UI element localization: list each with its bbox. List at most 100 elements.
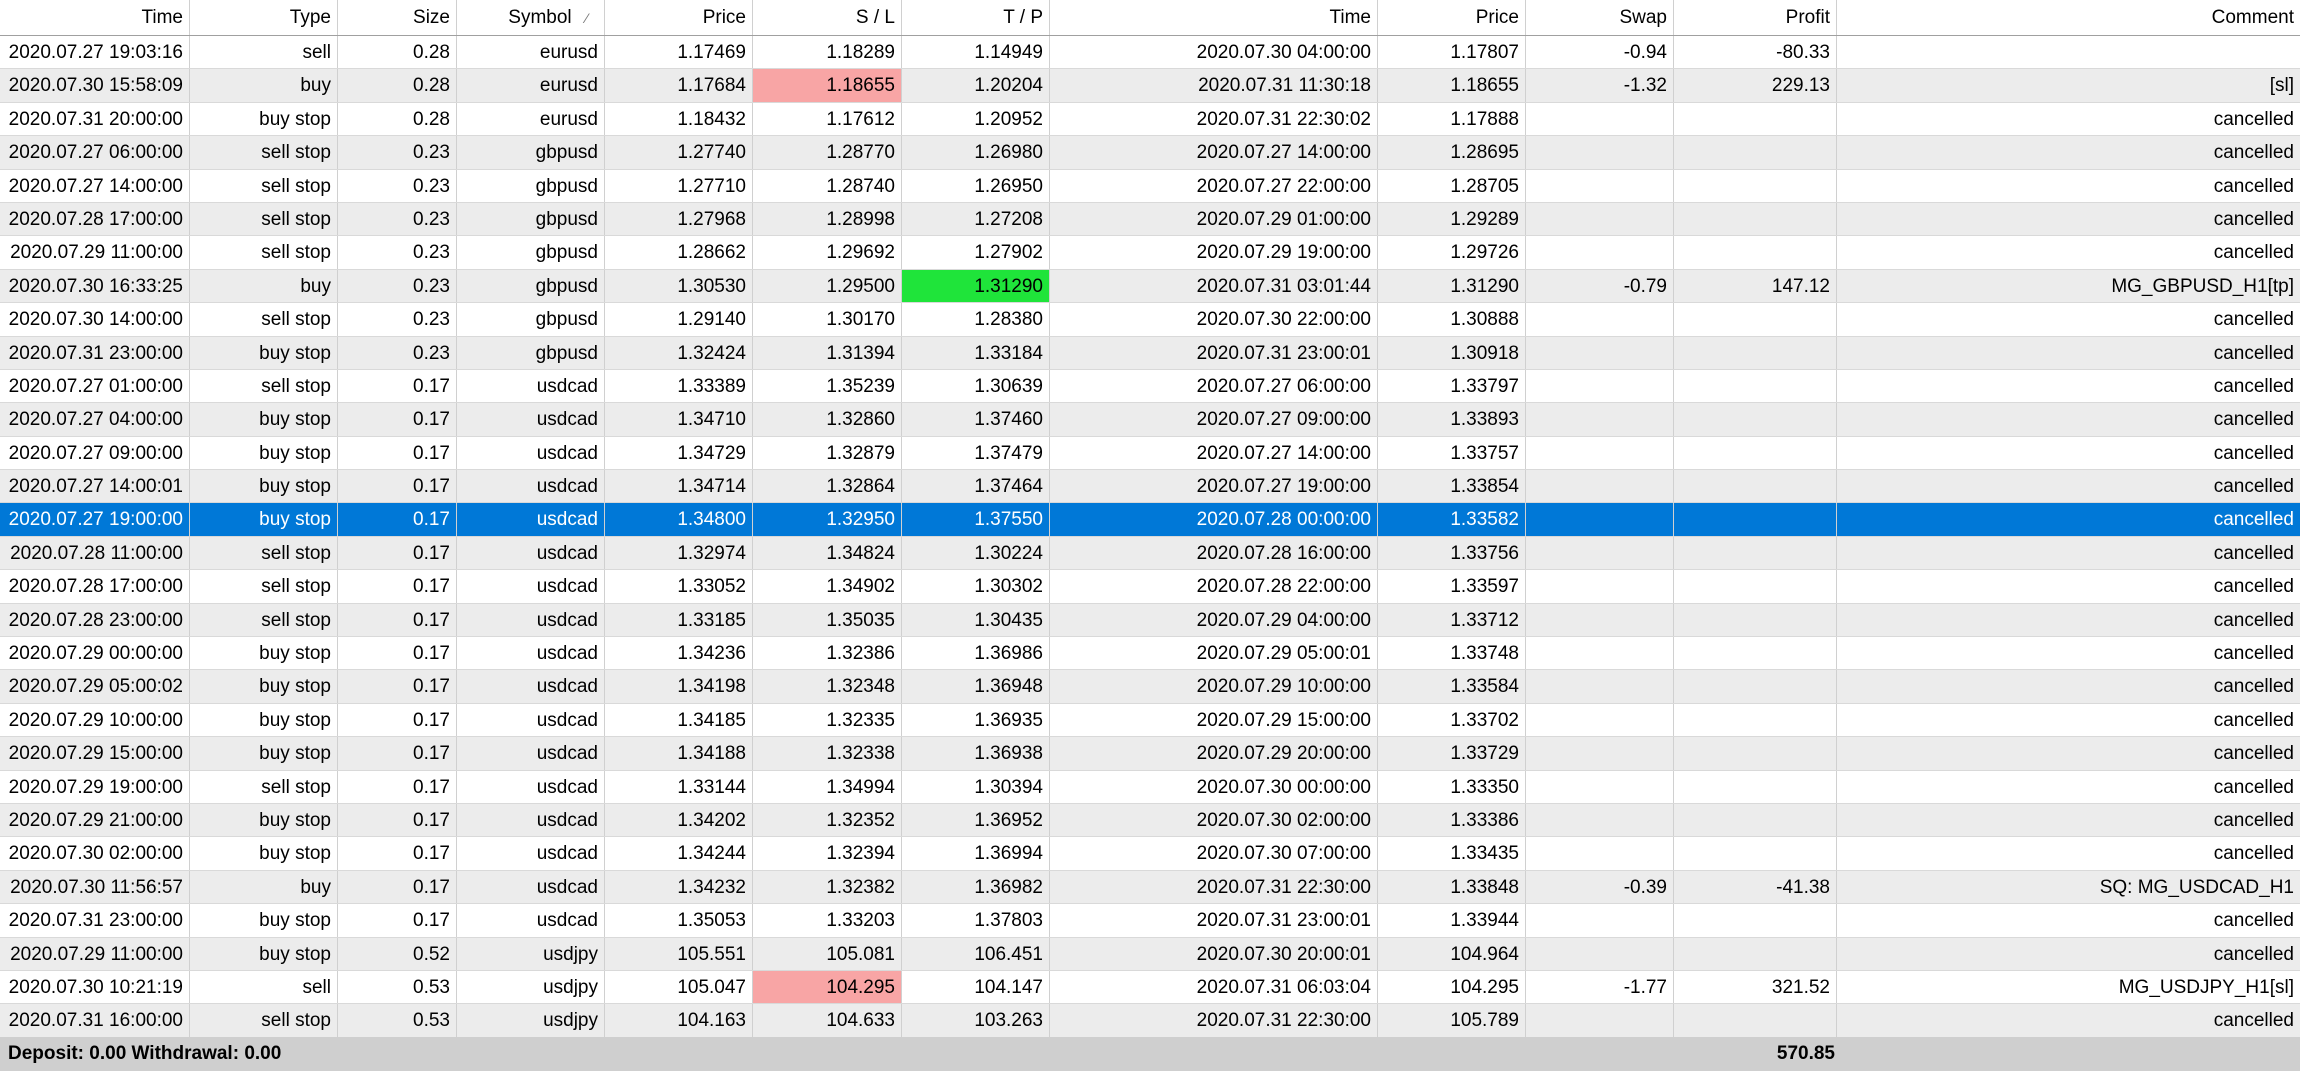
column-header-label: Comment (2211, 7, 2294, 28)
column-header-comment[interactable]: Comment (1837, 0, 2300, 35)
cell-size: 0.28 (338, 36, 457, 69)
cell-type: buy stop (190, 803, 338, 837)
cell-tp: 1.37479 (902, 436, 1050, 470)
table-row[interactable]: 2020.07.29 10:00:00 buy stop 0.17 usdcad 1.3… (0, 703, 2300, 738)
column-header-close-price[interactable]: Price (1378, 0, 1526, 35)
column-header-tp[interactable]: T / P (902, 0, 1050, 35)
table-row[interactable]: 2020.07.30 10:21:19 sell 0.53 usdjpy 105.047… (0, 970, 2300, 1005)
cell-symbol: usdcad (457, 603, 605, 637)
table-row[interactable]: 2020.07.29 11:00:00 sell stop 0.23 gbpusd 1.… (0, 236, 2300, 270)
cell-type: sell stop (190, 169, 338, 202)
column-header-symbol[interactable]: Symbol ⁄ (457, 0, 605, 35)
cell-size: 0.17 (338, 670, 457, 703)
table-row[interactable]: 2020.07.31 23:00:00 buy stop 0.17 usdcad 1.3… (0, 904, 2300, 938)
cell-profit (1674, 603, 1837, 637)
cell-swap (1526, 570, 1674, 603)
cell-type: buy stop (190, 336, 338, 369)
cell-swap (1526, 303, 1674, 336)
table-row[interactable]: 2020.07.30 11:56:57 buy 0.17 usdcad 1.34232 1… (0, 870, 2300, 905)
column-header-time[interactable]: Time (0, 0, 190, 35)
cell-close-price: 1.17807 (1378, 36, 1526, 69)
table-row[interactable]: 2020.07.27 06:00:00 sell stop 0.23 gbpusd 1.… (0, 136, 2300, 170)
cell-close-time: 2020.07.29 20:00:00 (1050, 737, 1378, 770)
cell-close-time: 2020.07.30 02:00:00 (1050, 803, 1378, 837)
cell-sl: 1.35239 (753, 369, 902, 403)
cell-price: 1.27740 (605, 136, 753, 169)
cell-symbol: usdcad (457, 637, 605, 670)
cell-profit (1674, 803, 1837, 837)
column-header-swap[interactable]: Swap (1526, 0, 1674, 35)
cell-tp: 1.27208 (902, 202, 1050, 236)
table-row[interactable]: 2020.07.30 14:00:00 sell stop 0.23 gbpusd 1.… (0, 303, 2300, 337)
table-row[interactable]: 2020.07.27 14:00:01 buy stop 0.17 usdcad 1.3… (0, 470, 2300, 504)
cell-close-time: 2020.07.29 19:00:00 (1050, 236, 1378, 269)
column-header-profit[interactable]: Profit (1674, 0, 1837, 35)
column-header-size[interactable]: Size (338, 0, 457, 35)
cell-price: 1.34232 (605, 870, 753, 904)
cell-profit (1674, 637, 1837, 670)
cell-close-price: 104.295 (1378, 970, 1526, 1004)
table-row[interactable]: 2020.07.29 05:00:02 buy stop 0.17 usdcad 1.3… (0, 670, 2300, 704)
table-row[interactable]: 2020.07.28 17:00:00 sell stop 0.17 usdcad 1.… (0, 570, 2300, 604)
cell-price: 1.33144 (605, 770, 753, 803)
cell-tp: 1.28380 (902, 303, 1050, 336)
cell-comment: cancelled (2213, 776, 2294, 798)
table-row[interactable]: 2020.07.31 23:00:00 buy stop 0.23 gbpusd 1.3… (0, 336, 2300, 370)
cell-close-time: 2020.07.31 22:30:02 (1050, 102, 1378, 136)
cell-symbol: usdcad (457, 870, 605, 904)
cell-profit (1674, 503, 1837, 536)
table-row[interactable]: 2020.07.28 11:00:00 sell stop 0.17 usdcad 1.… (0, 536, 2300, 571)
cell-close-price: 1.33386 (1378, 803, 1526, 837)
cell-swap: -1.32 (1526, 69, 1674, 102)
cell-tp: 1.26950 (902, 169, 1050, 202)
table-row[interactable]: 2020.07.29 19:00:00 sell stop 0.17 usdcad 1.… (0, 770, 2300, 804)
cell-sl: 1.28740 (753, 169, 902, 202)
cell-close-time: 2020.07.27 09:00:00 (1050, 403, 1378, 436)
cell-price: 1.33185 (605, 603, 753, 637)
table-row[interactable]: 2020.07.28 23:00:00 sell stop 0.17 usdcad 1.… (0, 603, 2300, 638)
cell-profit (1674, 436, 1837, 470)
column-header-type[interactable]: Type (190, 0, 338, 35)
cell-sl: 1.30170 (753, 303, 902, 336)
table-row[interactable]: 2020.07.29 11:00:00 buy stop 0.52 usdjpy 105… (0, 937, 2300, 971)
table-row[interactable]: 2020.07.30 02:00:00 buy stop 0.17 usdcad 1.3… (0, 837, 2300, 871)
trade-history-table: Time Type Size Symbol ⁄ Price S / L T / P Time Pr… (0, 0, 2300, 1038)
cell-symbol: usdcad (457, 570, 605, 603)
cell-price: 1.34710 (605, 403, 753, 436)
cell-tp: 1.37464 (902, 470, 1050, 503)
cell-close-price: 1.33582 (1378, 503, 1526, 536)
cell-close-time: 2020.07.30 00:00:00 (1050, 770, 1378, 803)
table-row[interactable]: 2020.07.27 01:00:00 sell stop 0.17 usdcad 1.… (0, 369, 2300, 404)
column-header-price[interactable]: Price (605, 0, 753, 35)
table-row[interactable]: 2020.07.27 04:00:00 buy stop 0.17 usdcad 1.3… (0, 403, 2300, 437)
cell-time: 2020.07.29 19:00:00 (0, 770, 190, 803)
column-header-sl[interactable]: S / L (753, 0, 902, 35)
cell-close-price: 1.33748 (1378, 637, 1526, 670)
cell-price: 104.163 (605, 1004, 753, 1037)
table-row[interactable]: 2020.07.30 16:33:25 buy 0.23 gbpusd 1.30530 1… (0, 269, 2300, 304)
cell-symbol: usdjpy (457, 1004, 605, 1037)
cell-close-price: 1.33712 (1378, 603, 1526, 637)
table-row[interactable]: 2020.07.27 19:00:00 buy stop 0.17 usdcad 1.3… (0, 503, 2300, 537)
table-row[interactable]: 2020.07.30 15:58:09 buy 0.28 eurusd 1.17684 1… (0, 69, 2300, 103)
total-profit: 570.85 (1776, 1043, 1835, 1064)
cell-comment: [sl] (2269, 75, 2294, 97)
cell-close-price: 1.33944 (1378, 904, 1526, 937)
cell-symbol: gbpusd (457, 303, 605, 336)
cell-close-time: 2020.07.31 23:00:01 (1050, 336, 1378, 369)
table-row[interactable]: 2020.07.27 19:03:16 sell 0.28 eurusd 1.17469… (0, 36, 2300, 70)
cell-close-price: 1.33702 (1378, 703, 1526, 737)
table-row[interactable]: 2020.07.28 17:00:00 sell stop 0.23 gbpusd 1.… (0, 202, 2300, 237)
cell-time: 2020.07.30 16:33:25 (0, 269, 190, 303)
table-row[interactable]: 2020.07.29 15:00:00 buy stop 0.17 usdcad 1.3… (0, 737, 2300, 771)
cell-sl: 1.32335 (753, 703, 902, 737)
table-row[interactable]: 2020.07.27 14:00:00 sell stop 0.23 gbpusd 1.… (0, 169, 2300, 203)
table-row[interactable]: 2020.07.29 21:00:00 buy stop 0.17 usdcad 1.3… (0, 803, 2300, 838)
table-row[interactable]: 2020.07.31 16:00:00 sell stop 0.53 usdjpy 10… (0, 1004, 2300, 1038)
cell-profit (1674, 536, 1837, 570)
column-header-close-time[interactable]: Time (1050, 0, 1378, 35)
table-row[interactable]: 2020.07.27 09:00:00 buy stop 0.17 usdcad 1.3… (0, 436, 2300, 471)
table-row[interactable]: 2020.07.31 20:00:00 buy stop 0.28 eurusd 1.1… (0, 102, 2300, 137)
table-row[interactable]: 2020.07.29 00:00:00 buy stop 0.17 usdcad 1.3… (0, 637, 2300, 671)
cell-size: 0.17 (338, 470, 457, 503)
